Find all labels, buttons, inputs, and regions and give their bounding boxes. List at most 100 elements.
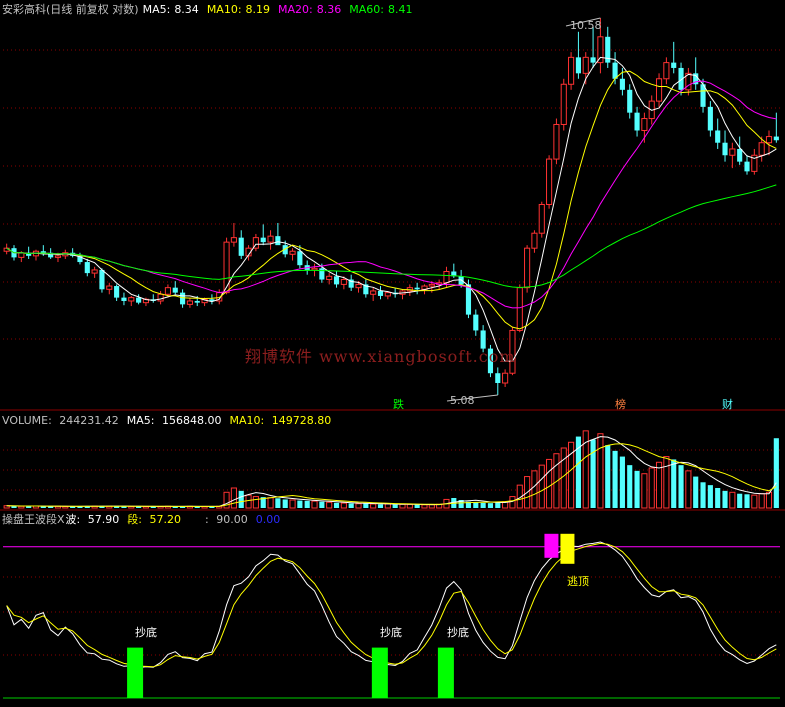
candle-body-up: [91, 269, 98, 274]
volume-bar-up: [326, 501, 333, 509]
ma5-value: 8.34: [174, 3, 199, 16]
ma5-label-text: MA5:: [142, 3, 171, 16]
signal-label-top: 逃顶: [567, 575, 589, 588]
volume-bar-up: [245, 494, 252, 509]
volume-bar-up: [355, 503, 362, 509]
event-tag-bang[interactable]: 榜: [615, 398, 626, 411]
event-tag-die[interactable]: 跌: [393, 398, 404, 411]
candle-body-down: [575, 57, 581, 74]
candle-body-down: [377, 290, 384, 296]
volume-bar-down: [707, 485, 713, 508]
bottom-signal-bar: [371, 647, 388, 698]
candle-body-up: [641, 118, 648, 131]
volume-bar-up: [252, 496, 259, 509]
candle-body-down: [136, 297, 142, 303]
volume-bar-down: [715, 488, 721, 508]
candle-body-up: [524, 247, 531, 289]
ma60-line: [6, 184, 777, 289]
candle-body-down: [634, 112, 640, 131]
volume-bar-down: [275, 498, 281, 508]
volume-bar-down: [671, 459, 677, 508]
top-signal-bar: [560, 533, 575, 564]
volume-bar-down: [297, 500, 303, 508]
ma10-value: 8.19: [245, 3, 271, 16]
candle-body-down: [260, 237, 266, 243]
candle-body-up: [340, 279, 347, 285]
candle-body-up: [355, 283, 362, 289]
candle-body-up: [443, 271, 450, 284]
volume-bar-down: [722, 490, 728, 508]
candle-body-down: [737, 148, 743, 162]
candle-body-up: [568, 56, 575, 85]
volume-bar-up: [384, 503, 391, 509]
candle-body-up: [157, 293, 164, 302]
volume-bar-down: [319, 501, 325, 508]
volume-bar-down: [693, 476, 699, 508]
volume-bar-down: [575, 436, 581, 508]
candle-body-up: [531, 232, 538, 249]
wave-value: 57.90: [87, 513, 120, 526]
volume-bar-down: [282, 499, 288, 508]
candle-body-up: [370, 290, 377, 295]
ma10-label-text: MA10:: [206, 3, 242, 16]
volume-bar-up: [597, 433, 604, 509]
ma5-line: [6, 56, 777, 362]
bottom-signal-bar: [437, 647, 454, 698]
volume-bar-down: [304, 500, 310, 508]
candle-body-up: [326, 275, 333, 281]
candle-body-down: [121, 297, 127, 301]
candle-body-down: [172, 287, 178, 293]
volume-bar-down: [590, 439, 596, 508]
volume-bar-up: [340, 502, 347, 509]
signal-label-bottom-2: 抄底: [380, 626, 402, 639]
candle-body-down: [619, 78, 625, 90]
low-price-label: 5.08: [450, 394, 475, 407]
indicator-panel-header: 操盘王波段X波: 57.90 段: 57.20: 90.00 0.00: [2, 513, 284, 527]
volume-bar-down: [480, 502, 486, 508]
volume-ma5-value: 156848.00: [162, 414, 222, 427]
volume-bar-up: [685, 470, 692, 509]
candle-body-down: [297, 251, 303, 266]
candle-body-up: [560, 83, 567, 125]
volume-label: VOLUME: 244231.42: [2, 414, 123, 427]
volume-bar-down: [619, 456, 625, 508]
candle-body-down: [275, 236, 281, 246]
ma60-label: MA60: 8.41: [349, 3, 416, 16]
candle-body-up: [758, 142, 765, 156]
high-price-label: 10.58: [570, 19, 602, 32]
candle-body-down: [722, 142, 728, 156]
volume-bar-up: [663, 456, 670, 509]
candle-body-up: [765, 136, 773, 144]
volume-bar-down: [612, 450, 618, 508]
candle-body-up: [516, 287, 523, 331]
candle-body-down: [84, 262, 90, 274]
volume-bar-up: [289, 499, 296, 509]
volume-bar-down: [495, 502, 501, 508]
volume-bar-up: [406, 503, 413, 509]
volume-bar-down: [678, 465, 684, 508]
band-label-text: 段:: [127, 513, 142, 526]
candle-body-up: [384, 292, 391, 297]
volume-ma5: MA5: 156848.00: [127, 414, 226, 427]
volume-bar-up: [267, 497, 274, 509]
level-label-text: :: [204, 513, 209, 526]
bottom-signal-bar: [127, 647, 144, 698]
candle-body-down: [627, 89, 633, 113]
event-tag-cai[interactable]: 财: [722, 398, 733, 411]
candle-body-up: [582, 56, 589, 74]
candle-body-up: [54, 255, 62, 258]
candle-body-down: [590, 57, 596, 63]
volume-bar-up: [230, 487, 237, 509]
volume-bar-down: [363, 503, 369, 508]
volume-bar-up: [509, 496, 516, 509]
candle-body-down: [465, 284, 472, 315]
volume-bar-up: [421, 504, 428, 509]
candle-body-up: [311, 267, 318, 271]
candle-body-up: [267, 235, 274, 243]
candle-body-up: [546, 158, 553, 205]
watermark: 翔博软件 www.xiangbosoft.com: [245, 347, 516, 366]
volume-bar-up: [546, 458, 553, 509]
signal-label-bottom-1: 抄底: [135, 626, 157, 639]
band-value: 57.20: [149, 513, 181, 526]
volume-bar-up: [655, 461, 663, 509]
